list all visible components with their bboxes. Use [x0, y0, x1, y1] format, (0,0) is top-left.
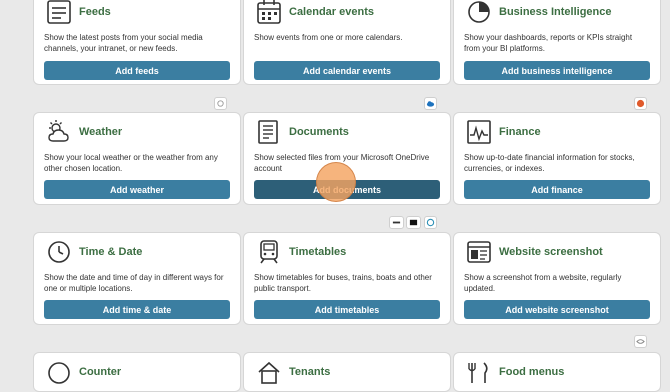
card-food-menus: Food menus	[453, 352, 661, 392]
card-feeds: Feeds Show the latest posts from your so…	[33, 0, 241, 85]
card-title: Documents	[289, 126, 349, 138]
add-documents-button[interactable]: Add documents	[254, 180, 440, 199]
finance-provider-icon	[634, 97, 647, 110]
add-time-and-date-button[interactable]: Add time & date	[44, 300, 230, 319]
add-finance-button[interactable]: Add finance	[464, 180, 650, 199]
card-title: Finance	[499, 126, 541, 138]
card-title: Counter	[79, 366, 122, 378]
train-icon	[256, 239, 282, 265]
card-title: Website screenshot	[499, 246, 603, 258]
website-icon	[466, 239, 492, 265]
card-tenants: Tenants	[243, 352, 451, 392]
card-website-screenshot: Website screenshot Show a screenshot fro…	[453, 232, 661, 325]
card-description: Show selected files from your Microsoft …	[254, 153, 430, 173]
card-description: Show the date and time of day in differe…	[44, 273, 224, 293]
card-description: Show up-to-date financial information fo…	[464, 153, 635, 173]
clock-icon	[46, 239, 72, 265]
weather-provider-icon	[214, 97, 227, 110]
add-calendar-events-button[interactable]: Add calendar events	[254, 61, 440, 80]
card-title: Feeds	[79, 6, 111, 18]
add-weather-button[interactable]: Add weather	[44, 180, 230, 199]
calendar-icon	[256, 0, 282, 25]
card-counter: Counter	[33, 352, 241, 392]
onedrive-icon	[424, 97, 437, 110]
card-timetables: Timetables Show timetables for buses, tr…	[243, 232, 451, 325]
card-finance: Finance Show up-to-date financial inform…	[453, 112, 661, 205]
transit-provider-icon	[424, 216, 437, 229]
card-title: Business Intelligence	[499, 6, 612, 18]
card-description: Show the latest posts from your social m…	[44, 33, 203, 53]
ruter-logo-icon	[406, 216, 421, 229]
entur-logo-icon	[389, 216, 404, 229]
add-website-screenshot-button[interactable]: Add website screenshot	[464, 300, 650, 319]
finance-chart-icon	[466, 119, 492, 145]
counter-icon	[46, 359, 72, 385]
card-weather: Weather Show your local weather or the w…	[33, 112, 241, 205]
card-time-and-date: Time & Date Show the date and time of da…	[33, 232, 241, 325]
weather-icon	[46, 119, 72, 145]
card-description: Show a screenshot from a website, regula…	[464, 273, 622, 293]
card-title: Weather	[79, 126, 123, 138]
card-title: Food menus	[499, 366, 565, 378]
food-provider-icon	[634, 335, 647, 348]
pie-chart-icon	[466, 0, 492, 25]
card-business-intelligence: Business Intelligence Show your dashboar…	[453, 0, 661, 85]
food-icon	[466, 359, 492, 385]
card-documents: Documents Show selected files from your …	[243, 112, 451, 205]
card-description: Show your local weather or the weather f…	[44, 153, 218, 173]
card-title: Tenants	[289, 366, 331, 378]
document-icon	[256, 119, 282, 145]
tenants-icon	[256, 359, 282, 385]
card-title: Calendar events	[289, 6, 374, 18]
card-title: Time & Date	[79, 246, 143, 258]
card-description: Show timetables for buses, trains, boats…	[254, 273, 432, 293]
add-business-intelligence-button[interactable]: Add business intelligence	[464, 61, 650, 80]
card-calendar-events: Calendar events Show events from one or …	[243, 0, 451, 85]
add-timetables-button[interactable]: Add timetables	[254, 300, 440, 319]
card-description: Show events from one or more calendars.	[254, 33, 403, 42]
feeds-icon	[46, 0, 72, 25]
card-description: Show your dashboards, reports or KPIs st…	[464, 33, 633, 53]
add-feeds-button[interactable]: Add feeds	[44, 61, 230, 80]
card-title: Timetables	[289, 246, 347, 258]
